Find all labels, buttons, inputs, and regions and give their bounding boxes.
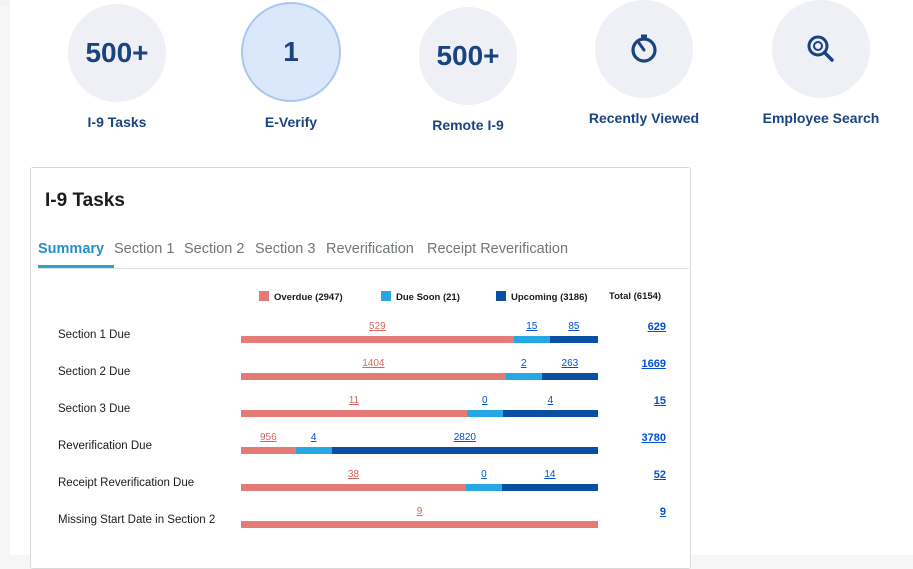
row-total-link[interactable]: 15 [654,395,666,407]
upcoming-segment [541,373,598,380]
due-soon-segment [513,336,550,343]
upcoming-segment-value[interactable]: 2820 [454,432,476,443]
overdue-segment [241,410,467,417]
card-title: I-9 Tasks [45,190,125,211]
row-label: Missing Start Date in Section 2 [58,514,216,526]
due-soon-segment-value[interactable]: 15 [526,321,537,332]
due-soon-segment-value[interactable]: 2 [521,358,527,369]
upcoming-segment-value[interactable]: 263 [562,358,579,369]
remote-i9-label: Remote I-9 [432,117,504,133]
upcoming-segment [331,447,598,454]
row-total-link[interactable]: 52 [654,469,666,481]
due-soon-segment-value[interactable]: 0 [481,469,487,480]
legend-overdue-label: Overdue (2947) [274,292,343,303]
overdue-segment [241,373,506,380]
employee-search-circle [772,0,870,98]
e-verify-label: E-Verify [264,114,318,130]
row-label: Section 2 Due [58,366,131,378]
tab-section-3[interactable]: Section 3 [255,241,315,257]
tab-reverification[interactable]: Reverification [326,241,414,257]
legend-upcoming-label: Upcoming (3186) [511,292,588,303]
dashboard-panel: 500+ I-9 Tasks 1 E-Verify 500+ Remote I-… [10,0,913,569]
row-label: Reverification Due [58,440,152,452]
due-soon-segment-value[interactable]: 4 [311,432,317,443]
e-verify-count: 1 [241,2,341,102]
recently-viewed-circle [595,0,693,98]
overdue-segment-value[interactable]: 1404 [362,358,384,369]
i9-tasks-count: 500+ [68,4,166,102]
i9-tasks-card: I-9 Tasks Summary Section 1 Section 2 Se… [30,167,691,569]
stacked-bar [241,336,598,343]
upcoming-segment-value[interactable]: 4 [548,395,554,406]
stacked-bar [241,521,598,528]
due-soon-segment [466,410,503,417]
upcoming-segment-value[interactable]: 85 [568,321,579,332]
overdue-segment-value[interactable]: 9 [417,506,423,517]
remote-i9-count: 500+ [419,7,517,105]
tile-e-verify[interactable]: 1 E-Verify [206,2,376,130]
overdue-segment [241,484,466,491]
stacked-bar [241,484,598,491]
due-soon-segment [465,484,502,491]
legend-upcoming: Upcoming (3186) [496,291,588,303]
overdue-segment-value[interactable]: 956 [260,432,277,443]
legend-upcoming-swatch [496,291,506,301]
tile-i9-tasks[interactable]: 500+ I-9 Tasks [32,4,202,130]
legend-due-soon-swatch [381,291,391,301]
legend-due-soon-label: Due Soon (21) [396,292,460,303]
overdue-segment [241,336,514,343]
stacked-bar [241,447,598,454]
due-soon-segment [505,373,542,380]
due-soon-segment [295,447,332,454]
row-label: Section 1 Due [58,329,131,341]
tile-remote-i9[interactable]: 500+ Remote I-9 [383,7,553,133]
legend-overdue-swatch [259,291,269,301]
active-tab-indicator [38,265,114,268]
tab-receipt-reverification[interactable]: Receipt Reverification [427,241,568,257]
legend-due-soon: Due Soon (21) [381,291,460,303]
row-label: Section 3 Due [58,403,131,415]
row-label: Receipt Reverification Due [58,477,195,489]
row-total-link[interactable]: 1669 [642,358,666,370]
employee-search-label: Employee Search [762,110,880,126]
overdue-segment [241,447,296,454]
overdue-segment-value[interactable]: 529 [369,321,386,332]
row-total-link[interactable]: 3780 [642,432,666,444]
tab-section-1[interactable]: Section 1 [114,241,174,257]
tile-employee-search[interactable]: Employee Search [736,0,906,126]
upcoming-segment [502,410,598,417]
upcoming-segment-value[interactable]: 14 [544,469,555,480]
recently-viewed-label: Recently Viewed [588,110,700,126]
i9-tasks-label: I-9 Tasks [87,114,147,130]
upcoming-segment [501,484,598,491]
upcoming-segment [549,336,598,343]
tab-summary[interactable]: Summary [38,241,104,257]
due-soon-segment-value[interactable]: 0 [482,395,488,406]
stacked-bar [241,373,598,380]
tile-recently-viewed[interactable]: Recently Viewed [559,0,729,126]
legend-overdue: Overdue (2947) [259,291,343,303]
row-total-link[interactable]: 9 [660,506,666,518]
stacked-bar [241,410,598,417]
legend-total: Total (6154) [609,291,662,302]
row-total-link[interactable]: 629 [648,321,666,333]
overdue-segment-value[interactable]: 38 [348,469,359,480]
overdue-segment [241,521,598,528]
tab-section-2[interactable]: Section 2 [184,241,244,257]
timer-icon [631,34,657,63]
overdue-segment-value[interactable]: 11 [349,395,359,406]
tab-bar: Summary Section 1 Section 2 Section 3 Re… [38,241,689,269]
magnify-search-icon [807,35,834,62]
